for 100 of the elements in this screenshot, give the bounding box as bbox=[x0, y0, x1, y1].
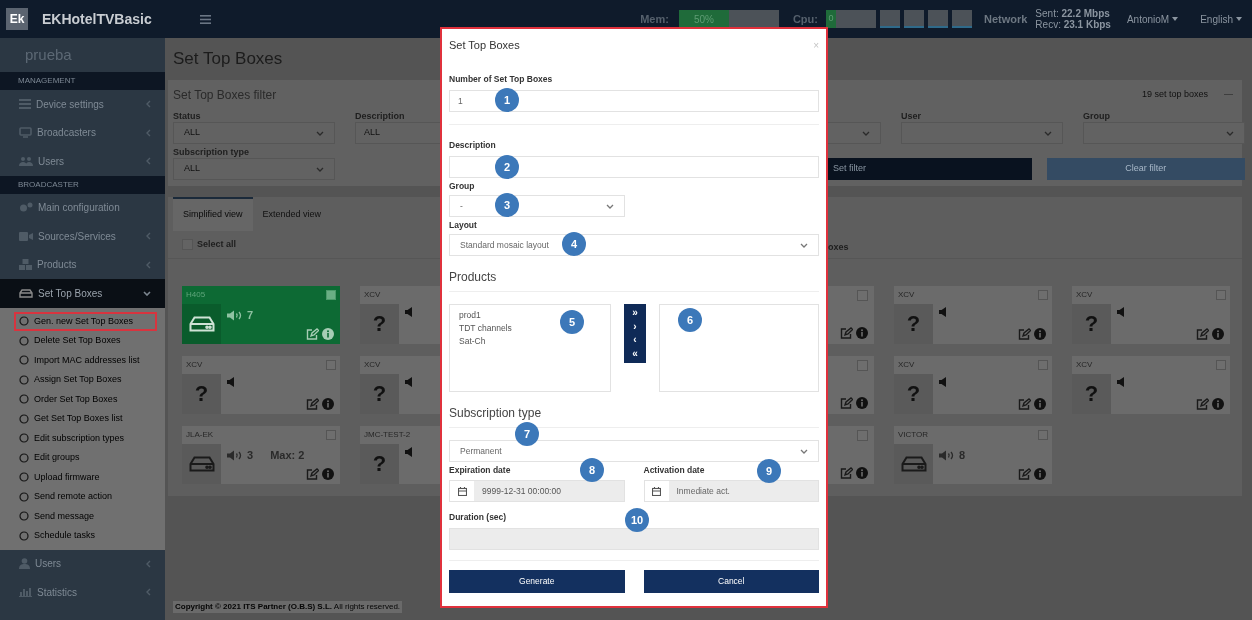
cancel-button[interactable]: Cancel bbox=[643, 570, 819, 593]
select-field[interactable]: ALL bbox=[173, 122, 335, 144]
submenu-item[interactable]: Get Set Top Boxes list bbox=[14, 409, 157, 429]
language-menu[interactable]: English bbox=[1200, 11, 1242, 27]
set-top-box-card[interactable]: XCV ? bbox=[894, 286, 1052, 344]
checkbox[interactable] bbox=[326, 290, 336, 300]
select-field[interactable] bbox=[1083, 122, 1245, 144]
select-field[interactable]: ALL bbox=[173, 158, 335, 180]
view-tab[interactable]: Extended view bbox=[252, 197, 332, 231]
set-top-box-card[interactable]: XCV ? bbox=[182, 356, 340, 414]
edit-icon[interactable] bbox=[306, 468, 319, 480]
edit-icon[interactable] bbox=[1018, 398, 1031, 410]
edit-icon[interactable] bbox=[1018, 468, 1031, 480]
menu-icon[interactable] bbox=[200, 14, 211, 24]
submenu-item[interactable]: Send remote action bbox=[14, 487, 157, 507]
checkbox[interactable] bbox=[857, 430, 868, 441]
submenu-item[interactable]: Import MAC addresses list bbox=[14, 350, 157, 370]
info-icon[interactable] bbox=[856, 397, 868, 409]
checkbox[interactable] bbox=[1038, 290, 1048, 300]
input-field[interactable] bbox=[449, 156, 819, 178]
edit-icon[interactable] bbox=[840, 467, 853, 479]
clear-filter-button[interactable]: Clear filter bbox=[1046, 158, 1245, 180]
submenu-item[interactable]: Send message bbox=[14, 506, 157, 526]
checkbox[interactable] bbox=[857, 290, 868, 301]
date-field[interactable]: 9999-12-31 00:00:00 bbox=[449, 480, 625, 502]
submenu-item[interactable]: Assign Set Top Boxes bbox=[14, 370, 157, 390]
input-field[interactable] bbox=[449, 528, 819, 550]
sidebar-item[interactable]: Sources/Services bbox=[0, 222, 165, 251]
set-top-box-card[interactable]: VICTOR 8 bbox=[894, 426, 1052, 484]
sidebar-item[interactable]: Main configuration bbox=[0, 193, 165, 222]
transfer-button[interactable]: › bbox=[624, 319, 646, 334]
modal-title: Set Top Boxes bbox=[449, 37, 520, 53]
set-top-box-card[interactable]: XCV ? bbox=[1072, 356, 1230, 414]
info-icon[interactable] bbox=[1212, 328, 1224, 340]
checkbox[interactable] bbox=[857, 360, 868, 371]
generate-button[interactable]: Generate bbox=[449, 570, 625, 593]
submenu-item[interactable]: Upload firmware bbox=[14, 467, 157, 487]
info-icon[interactable] bbox=[1034, 398, 1046, 410]
collapse-button[interactable]: — bbox=[1224, 88, 1233, 102]
edit-icon[interactable] bbox=[306, 398, 319, 410]
transfer-button[interactable]: » bbox=[624, 306, 646, 320]
sidebar-item[interactable]: Products bbox=[0, 250, 165, 279]
circle-icon bbox=[19, 335, 29, 346]
submenu-item[interactable]: Edit subscription types bbox=[14, 428, 157, 448]
chevron-down-icon bbox=[1044, 130, 1052, 136]
date-field[interactable]: Inmediate act. bbox=[643, 480, 819, 502]
step-number-marker: 2 bbox=[495, 155, 519, 179]
info-icon[interactable] bbox=[322, 468, 334, 480]
sidebar-item[interactable]: Broadcasters bbox=[0, 118, 165, 147]
checkbox[interactable] bbox=[326, 360, 336, 370]
info-icon[interactable] bbox=[1034, 468, 1046, 480]
set-top-box-card[interactable]: H405 7 bbox=[182, 286, 340, 344]
submenu-item[interactable]: Edit groups bbox=[14, 448, 157, 468]
submenu-item[interactable]: Order Set Top Boxes bbox=[14, 389, 157, 409]
date-input[interactable]: Inmediate act. bbox=[668, 481, 818, 501]
transfer-button[interactable]: « bbox=[624, 347, 646, 361]
box-name: XCV bbox=[898, 359, 915, 371]
edit-icon[interactable] bbox=[840, 327, 853, 339]
submenu-item[interactable]: Delete Set Top Boxes bbox=[14, 331, 157, 351]
submenu-item[interactable]: Schedule tasks bbox=[14, 526, 157, 546]
info-icon[interactable] bbox=[322, 398, 334, 410]
circle-icon bbox=[19, 511, 29, 522]
sidebar-item[interactable]: Statistics bbox=[0, 578, 165, 607]
step-number-marker: 10 bbox=[625, 508, 649, 532]
select-all-checkbox[interactable]: Select all bbox=[182, 237, 340, 252]
info-icon[interactable] bbox=[1212, 398, 1224, 410]
field-label: User bbox=[901, 110, 922, 122]
date-input[interactable]: 9999-12-31 00:00:00 bbox=[474, 481, 624, 501]
set-top-box-card[interactable]: XCV ? bbox=[894, 356, 1052, 414]
info-icon[interactable] bbox=[856, 327, 868, 339]
transfer-button[interactable]: ‹ bbox=[624, 333, 646, 348]
field-label: Layout bbox=[449, 220, 477, 231]
sidebar-item[interactable]: Users bbox=[0, 549, 165, 578]
info-icon[interactable] bbox=[1034, 328, 1046, 340]
info-icon[interactable] bbox=[856, 467, 868, 479]
edit-icon[interactable] bbox=[840, 397, 853, 409]
copyright-text: Copyright © 2021 ITS Partner (O.B.S) S.L. All rights reserved. bbox=[173, 601, 403, 613]
sidebar-item[interactable]: Set Top Boxes bbox=[0, 279, 165, 308]
checkbox[interactable] bbox=[1216, 290, 1226, 300]
sidebar-item[interactable]: Users bbox=[0, 147, 165, 176]
checkbox[interactable] bbox=[1038, 430, 1048, 440]
select-field[interactable]: Permanent bbox=[449, 440, 819, 462]
edit-icon[interactable] bbox=[1196, 328, 1209, 340]
checkbox[interactable] bbox=[1216, 360, 1226, 370]
info-icon[interactable] bbox=[322, 328, 334, 340]
select-field[interactable] bbox=[901, 122, 1063, 144]
selected-products-list[interactable] bbox=[659, 304, 819, 392]
box-name: XCV bbox=[364, 289, 381, 301]
view-tab[interactable]: Simplified view bbox=[173, 197, 253, 231]
user-menu[interactable]: AntonioM bbox=[1126, 11, 1179, 27]
edit-icon[interactable] bbox=[1196, 398, 1209, 410]
checkbox[interactable] bbox=[1038, 360, 1048, 370]
set-top-box-card[interactable]: XCV ? bbox=[1072, 286, 1230, 344]
checkbox[interactable] bbox=[326, 430, 336, 440]
speaker-muted-icon bbox=[405, 307, 412, 317]
edit-icon[interactable] bbox=[1018, 328, 1031, 340]
set-top-box-card[interactable]: JLA-EK 3 Max: 2 bbox=[182, 426, 340, 484]
field-label: Number of Set Top Boxes bbox=[449, 74, 553, 85]
submenu-item[interactable]: Gen. new Set Top Boxes bbox=[14, 311, 157, 331]
sidebar-item[interactable]: Device settings bbox=[0, 90, 165, 119]
